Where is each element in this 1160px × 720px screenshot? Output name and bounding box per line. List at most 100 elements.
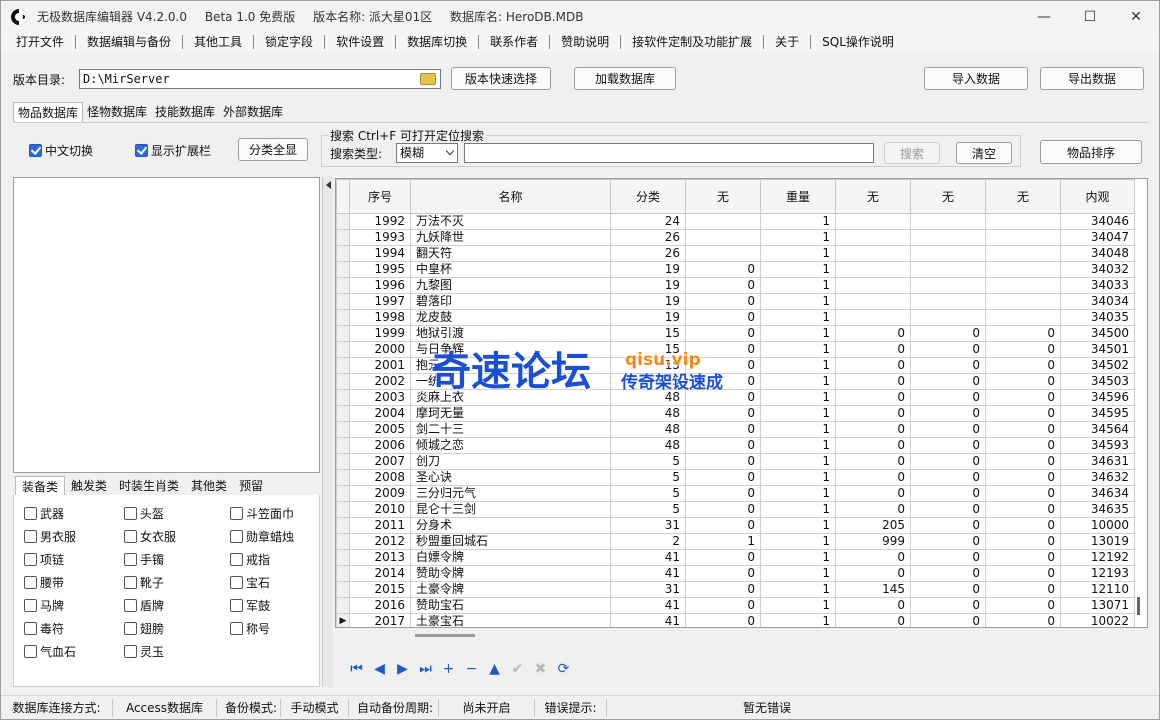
table-row[interactable]: 2007 创刀 5 0 1 0 0 0 34631 — [336, 453, 1135, 470]
table-cell[interactable]: 34593 — [1060, 437, 1135, 454]
table-cell[interactable]: 0 — [835, 613, 911, 627]
table-cell[interactable]: 0 — [685, 549, 761, 566]
horizontal-scrollbar-thumb[interactable] — [415, 634, 475, 637]
first-record-icon[interactable]: ⏮ — [345, 658, 368, 680]
table-cell[interactable]: 0 — [910, 325, 986, 342]
table-cell[interactable]: 10022 — [1060, 613, 1135, 627]
table-cell[interactable] — [985, 261, 1061, 278]
table-cell[interactable]: 1 — [760, 469, 836, 486]
prev-record-icon[interactable]: ◀ — [368, 658, 391, 680]
table-cell[interactable]: 0 — [835, 437, 911, 454]
table-cell[interactable]: 一统 — [410, 373, 611, 390]
table-row[interactable]: 2016 赞助宝石 41 0 1 0 0 0 13071 — [336, 597, 1135, 614]
table-cell[interactable]: 2017 — [349, 613, 411, 627]
menu-item[interactable]: SQL操作说明 — [811, 34, 905, 50]
cancel-edit-icon[interactable]: ✖ — [529, 658, 552, 680]
table-cell[interactable]: 倾城之恋 — [410, 437, 611, 454]
table-cell[interactable]: 剑二十三 — [410, 421, 611, 438]
table-cell[interactable]: 1 — [760, 517, 836, 534]
table-cell[interactable]: 土豪宝石 — [410, 613, 611, 627]
panel-splitter[interactable] — [322, 177, 333, 687]
table-cell[interactable]: 2005 — [349, 421, 411, 438]
table-cell[interactable]: 0 — [985, 581, 1061, 598]
table-cell[interactable]: 34501 — [1060, 341, 1135, 358]
table-cell[interactable]: 0 — [910, 389, 986, 406]
menu-item[interactable]: 联系作者 — [479, 34, 549, 50]
table-cell[interactable]: 三分归元气 — [410, 485, 611, 502]
import-data-button[interactable]: 导入数据 — [924, 67, 1028, 90]
table-cell[interactable]: 0 — [685, 325, 761, 342]
table-cell[interactable]: 2011 — [349, 517, 411, 534]
row-indicator[interactable] — [336, 581, 350, 598]
table-cell[interactable]: 2012 — [349, 533, 411, 550]
table-cell[interactable]: 13071 — [1060, 597, 1135, 614]
folder-icon[interactable] — [420, 73, 436, 85]
table-cell[interactable]: 34048 — [1060, 245, 1135, 262]
table-cell[interactable]: 41 — [610, 565, 686, 582]
table-cell[interactable]: 0 — [910, 373, 986, 390]
table-cell[interactable]: 2015 — [349, 581, 411, 598]
table-row[interactable]: 2010 昆仑十三剑 5 0 1 0 0 0 34635 — [336, 501, 1135, 518]
table-cell[interactable] — [685, 213, 761, 230]
table-row[interactable]: 1994 翻天符 26 1 34048 — [336, 245, 1135, 262]
table-cell[interactable]: 34032 — [1060, 261, 1135, 278]
table-cell[interactable]: 48 — [610, 389, 686, 406]
table-cell[interactable]: 34500 — [1060, 325, 1135, 342]
table-cell[interactable]: 34033 — [1060, 277, 1135, 294]
table-cell[interactable]: 0 — [910, 533, 986, 550]
table-cell[interactable]: 0 — [985, 565, 1061, 582]
table-cell[interactable]: 1 — [685, 533, 761, 550]
item-data-grid[interactable]: 序号 名称 分类无重量无无无内观 1992 万法不灭 24 1 34046 1993 九妖降世 2… — [335, 178, 1148, 628]
table-cell[interactable]: 34502 — [1060, 357, 1135, 374]
category-checkbox[interactable]: 毒符 — [24, 620, 64, 637]
table-cell[interactable]: 0 — [685, 341, 761, 358]
menu-item[interactable]: 数据库切换 — [396, 34, 478, 50]
table-row[interactable]: 1996 九黎图 19 0 1 34033 — [336, 277, 1135, 294]
table-cell[interactable] — [910, 245, 986, 262]
table-row[interactable]: 2004 摩珂无量 48 0 1 0 0 0 34595 — [336, 405, 1135, 422]
table-cell[interactable]: 31 — [610, 581, 686, 598]
table-row[interactable]: 2012 秒盟重回城石 2 1 1 999 0 0 13019 — [336, 533, 1135, 550]
table-cell[interactable]: 1 — [760, 485, 836, 502]
table-row[interactable]: ▶ 2017 土豪宝石 41 0 1 0 0 0 10022 — [336, 613, 1135, 627]
table-cell[interactable]: 2004 — [349, 405, 411, 422]
insert-record-icon[interactable]: + — [437, 658, 460, 680]
category-tree-panel[interactable] — [13, 177, 320, 473]
table-cell[interactable]: 1 — [760, 325, 836, 342]
table-cell[interactable]: 0 — [685, 581, 761, 598]
table-cell[interactable]: 九黎图 — [410, 277, 611, 294]
table-cell[interactable]: 34034 — [1060, 293, 1135, 310]
table-row[interactable]: 2015 土豪令牌 31 0 1 145 0 0 12110 — [336, 581, 1135, 598]
menu-item[interactable]: 软件设置 — [325, 34, 395, 50]
table-cell[interactable]: 0 — [835, 325, 911, 342]
table-cell[interactable]: 翻天符 — [410, 245, 611, 262]
table-row[interactable]: 1998 龙皮鼓 19 0 1 34035 — [336, 309, 1135, 326]
row-indicator[interactable] — [336, 565, 350, 582]
table-cell[interactable]: 1 — [760, 213, 836, 230]
table-cell[interactable]: 0 — [685, 357, 761, 374]
table-cell[interactable]: 34564 — [1060, 421, 1135, 438]
table-cell[interactable] — [835, 293, 911, 310]
table-cell[interactable]: 圣心诀 — [410, 469, 611, 486]
category-checkbox[interactable]: 盾牌 — [124, 597, 164, 614]
table-cell[interactable]: 0 — [685, 437, 761, 454]
table-cell[interactable] — [910, 213, 986, 230]
category-checkbox[interactable]: 靴子 — [124, 574, 164, 591]
table-cell[interactable]: 2 — [610, 533, 686, 550]
table-cell[interactable]: 0 — [910, 453, 986, 470]
column-header[interactable]: 无 — [985, 179, 1061, 214]
table-cell[interactable]: 0 — [835, 421, 911, 438]
table-cell[interactable]: 15 — [610, 373, 686, 390]
tab-monster-db[interactable]: 怪物数据库 — [83, 102, 151, 122]
table-cell[interactable]: 0 — [685, 389, 761, 406]
menu-item[interactable]: 关于 — [764, 34, 810, 50]
table-cell[interactable]: 0 — [835, 565, 911, 582]
table-cell[interactable]: 0 — [910, 405, 986, 422]
table-cell[interactable]: 0 — [910, 517, 986, 534]
refresh-icon[interactable]: ⟳ — [552, 658, 575, 680]
table-cell[interactable]: 0 — [685, 421, 761, 438]
category-checkbox[interactable]: 男衣服 — [24, 528, 76, 545]
show-ext-checkbox[interactable]: 显示扩展栏 — [135, 142, 211, 159]
table-cell[interactable]: 0 — [685, 373, 761, 390]
table-cell[interactable]: 34632 — [1060, 469, 1135, 486]
